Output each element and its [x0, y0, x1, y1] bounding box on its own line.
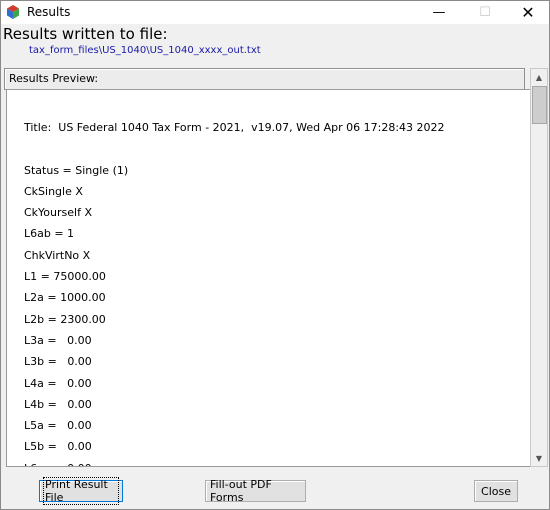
preview-line: L3a = 0.00 [24, 333, 92, 347]
results-preview-header: Results Preview: [4, 68, 525, 90]
preview-line: L5b = 0.00 [24, 440, 92, 454]
preview-line: CkYourself X [24, 206, 92, 220]
preview-line: L4b = 0.00 [24, 397, 92, 411]
preview-line: L6ab = 1 [24, 227, 75, 241]
scroll-down-arrow-icon[interactable]: ▼ [531, 450, 547, 466]
output-file-path: tax_form_files\US_1040\US_1040_xxxx_out.… [29, 45, 261, 56]
preview-line: CkSingle X [24, 184, 83, 198]
scroll-thumb[interactable] [532, 86, 547, 124]
print-result-file-button[interactable]: Print Result File [39, 477, 123, 505]
fill-out-pdf-forms-label: Fill-out PDF Forms [210, 478, 272, 504]
print-result-file-label: Print Result File [43, 477, 119, 505]
preview-line: Status = Single (1) [24, 163, 129, 177]
minimize-button[interactable]: — [417, 1, 461, 24]
title-bar[interactable]: Results — ☐ ✕ [1, 1, 549, 24]
preview-line: L3b = 0.00 [24, 355, 92, 369]
preview-line: L4a = 0.00 [24, 376, 92, 390]
close-window-button[interactable]: ✕ [506, 1, 550, 24]
results-window: Results — ☐ ✕ Results written to file: t… [0, 0, 550, 510]
results-preview-label: Results Preview: [9, 72, 99, 85]
maximize-button[interactable]: ☐ [463, 1, 507, 24]
fill-out-pdf-forms-button[interactable]: Fill-out PDF Forms [205, 478, 306, 504]
preview-text: Title: US Federal 1040 Tax Form - 2021, … [24, 117, 445, 466]
preview-line: L1 = 75000.00 [24, 270, 106, 284]
window-title: Results [27, 5, 71, 19]
preview-line: L6a = 0.00 [24, 458, 445, 466]
preview-line: L5a = 0.00 [24, 419, 92, 433]
results-written-label: Results written to file: [3, 25, 168, 43]
preview-line: L2a = 1000.00 [24, 291, 106, 305]
close-button[interactable]: Close [474, 480, 518, 502]
preview-line: ChkVirtNo X [24, 248, 91, 262]
close-button-label: Close [481, 484, 511, 498]
preview-line: Title: US Federal 1040 Tax Form - 2021, … [24, 121, 445, 134]
app-cube-icon [7, 5, 19, 19]
vertical-scrollbar[interactable]: ▲ ▼ [530, 68, 548, 467]
preview-line [24, 138, 445, 159]
preview-line: L2b = 2300.00 [24, 312, 106, 326]
results-preview-textarea[interactable]: Title: US Federal 1040 Tax Form - 2021, … [6, 89, 531, 467]
scroll-up-arrow-icon[interactable]: ▲ [531, 69, 547, 85]
